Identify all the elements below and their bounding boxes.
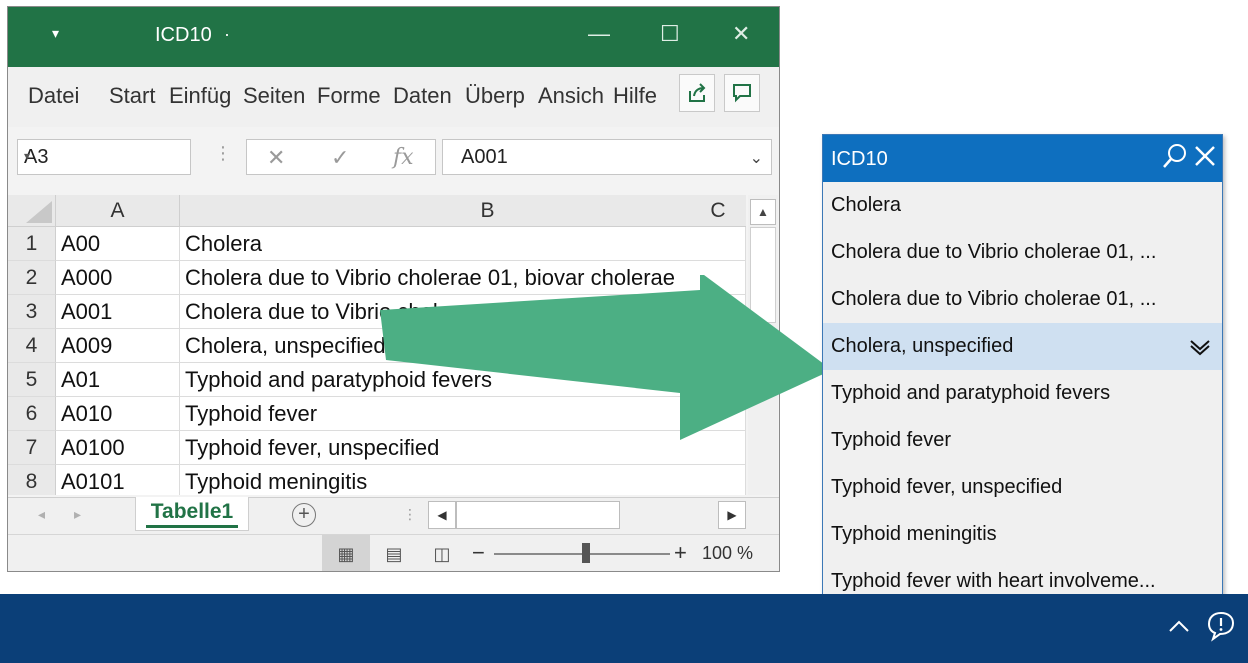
formula-buttons: ✕ ✓ fx	[246, 139, 436, 175]
status-bar: ▦ ▤ ◫ − + 100 %	[8, 534, 779, 571]
feedback-icon[interactable]	[1206, 610, 1236, 648]
panel-list-item[interactable]: Typhoid fever	[823, 417, 1222, 464]
comment-icon	[733, 84, 751, 103]
close-icon[interactable]	[1193, 142, 1217, 177]
prev-sheet-icon[interactable]: ◂	[38, 506, 45, 523]
panel-list-item[interactable]: Typhoid fever, unspecified	[823, 464, 1222, 511]
zoom-level[interactable]: 100 %	[702, 543, 753, 564]
ribbon: Datei Start Einfüg Seiten Forme Daten Üb…	[8, 67, 779, 128]
title-separator: ·	[224, 24, 230, 44]
cancel-icon[interactable]: ✕	[267, 145, 285, 171]
panel-list-item[interactable]: Typhoid and paratyphoid fevers	[823, 370, 1222, 417]
panel-list-item-label: Typhoid fever	[831, 429, 952, 451]
scroll-left-icon[interactable]: ◀	[428, 501, 456, 529]
row-header[interactable]: 3	[8, 295, 56, 329]
expand-chevron-icon[interactable]	[1188, 323, 1212, 370]
cell-a[interactable]: A010	[56, 397, 180, 431]
panel-list-item-label: Typhoid meningitis	[831, 523, 997, 545]
normal-view-icon[interactable]: ▦	[322, 535, 370, 571]
cell-a[interactable]: A0101	[56, 465, 180, 495]
cell-a[interactable]: A00	[56, 227, 180, 261]
sheet-bar: ◂ ▸ Tabelle1 + ⋮ ◀ ▶	[8, 497, 779, 534]
row-header[interactable]: 7	[8, 431, 56, 465]
cell-b[interactable]: Typhoid meningitis	[180, 465, 746, 495]
cell-b[interactable]: Cholera	[180, 227, 746, 261]
panel-title: ICD10	[831, 148, 888, 170]
green-arrow-graphic	[380, 275, 832, 440]
quick-access-dropdown[interactable]: ▾	[52, 25, 59, 42]
page-layout-view-icon[interactable]: ▤	[370, 535, 418, 571]
cell-a[interactable]: A000	[56, 261, 180, 295]
cell-a[interactable]: A009	[56, 329, 180, 363]
search-icon[interactable]	[1161, 142, 1189, 177]
chevron-down-icon[interactable]: ▾	[24, 149, 182, 163]
minimize-icon[interactable]: —	[588, 21, 610, 47]
ribbon-tab-ansicht[interactable]: Ansich	[538, 83, 604, 109]
chevron-up-icon[interactable]	[1168, 614, 1190, 640]
row-header[interactable]: 2	[8, 261, 56, 295]
zoom-in-button[interactable]: +	[674, 540, 687, 566]
window-title: ICD10	[155, 24, 212, 46]
panel-list-item[interactable]: Cholera due to Vibrio cholerae 01, ...	[823, 229, 1222, 276]
formula-value: A001	[461, 146, 508, 168]
select-all-corner[interactable]	[8, 195, 56, 227]
column-header-a[interactable]: A	[56, 195, 180, 227]
next-sheet-icon[interactable]: ▸	[74, 506, 81, 523]
sheet-tab-tabelle1[interactable]: Tabelle1	[135, 497, 249, 531]
panel-list-item-label: Cholera due to Vibrio cholerae 01, ...	[831, 241, 1157, 263]
cell-a[interactable]: A001	[56, 295, 180, 329]
ribbon-tab-seiten[interactable]: Seiten	[243, 83, 311, 109]
ribbon-tab-hilfe[interactable]: Hilfe	[613, 83, 665, 109]
panel-list-item[interactable]: Cholera	[823, 182, 1222, 229]
tab-split-handle[interactable]: ⋮	[403, 506, 417, 523]
ribbon-tab-datei[interactable]: Datei	[28, 83, 88, 109]
ribbon-tab-daten[interactable]: Daten	[393, 83, 461, 109]
ribbon-tab-ueberpruefen[interactable]: Überp	[465, 83, 533, 109]
column-header-b[interactable]: B	[180, 195, 746, 227]
add-sheet-icon[interactable]: +	[292, 503, 316, 527]
row-header[interactable]: 5	[8, 363, 56, 397]
scroll-up-icon[interactable]: ▲	[750, 199, 776, 225]
panel-header: ICD10	[823, 135, 1222, 182]
panel-list-item[interactable]: Typhoid meningitis	[823, 511, 1222, 558]
title-bar: ▾ ICD10 · — ☐ ✕	[8, 7, 779, 67]
ribbon-tab-einfuegen[interactable]: Einfüg	[169, 83, 237, 109]
panel-list-item-label: Typhoid fever with heart involveme...	[831, 570, 1156, 592]
formula-bar: A3 ▾ ⋮ ✕ ✓ fx A001 ⌄	[8, 127, 779, 193]
zoom-slider-thumb[interactable]	[582, 543, 590, 563]
cell-a[interactable]: A0100	[56, 431, 180, 465]
row-header[interactable]: 6	[8, 397, 56, 431]
formula-input[interactable]: A001 ⌄	[442, 139, 772, 175]
horizontal-scroll-thumb[interactable]	[456, 501, 620, 529]
row-header[interactable]: 4	[8, 329, 56, 363]
ribbon-tab-formeln[interactable]: Forme	[317, 83, 385, 109]
scroll-right-icon[interactable]: ▶	[718, 501, 746, 529]
zoom-out-button[interactable]: −	[472, 540, 485, 566]
row-header[interactable]: 1	[8, 227, 56, 261]
comments-button[interactable]	[724, 74, 760, 112]
panel-list-item[interactable]: Cholera, unspecified	[823, 323, 1222, 370]
row-header[interactable]: 8	[8, 465, 56, 495]
icd10-panel: ICD10 Cholera Cholera due to Vibrio chole…	[822, 134, 1223, 606]
maximize-icon[interactable]: ☐	[660, 21, 680, 47]
panel-list-item[interactable]: Cholera due to Vibrio cholerae 01, ...	[823, 276, 1222, 323]
panel-list-item-label: Cholera	[831, 194, 902, 216]
panel-list-item-label: Cholera due to Vibrio cholerae 01, ...	[831, 288, 1157, 310]
taskbar	[0, 594, 1248, 663]
cell-a[interactable]: A01	[56, 363, 180, 397]
column-header-c[interactable]: C	[698, 195, 738, 227]
insert-function-icon[interactable]: fx	[393, 145, 414, 170]
panel-list-item-label: Cholera, unspecified	[831, 335, 1014, 357]
panel-list-item-label: Typhoid and paratyphoid fevers	[831, 382, 1111, 404]
share-button[interactable]	[679, 74, 715, 112]
panel-list-item-label: Typhoid fever, unspecified	[831, 476, 1063, 498]
expand-formula-icon[interactable]: ⌄	[750, 148, 763, 168]
close-icon[interactable]: ✕	[732, 21, 750, 47]
share-icon	[689, 83, 706, 102]
ribbon-tab-start[interactable]: Start	[109, 83, 161, 109]
formula-bar-resize-handle[interactable]: ⋮	[214, 143, 232, 164]
enter-icon[interactable]: ✓	[331, 145, 349, 171]
name-box[interactable]: A3 ▾	[17, 139, 191, 175]
page-break-view-icon[interactable]: ◫	[418, 535, 466, 571]
